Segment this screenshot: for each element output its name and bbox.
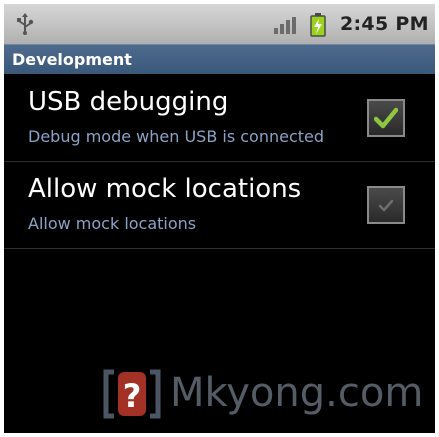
check-icon bbox=[378, 199, 394, 212]
usb-icon bbox=[17, 13, 34, 35]
device-screen: 2:45 PM Development USB debugging Debug … bbox=[4, 4, 435, 433]
check-icon bbox=[374, 107, 398, 129]
status-bar: 2:45 PM bbox=[4, 4, 435, 44]
watermark-text: Mkyong.com bbox=[170, 370, 424, 416]
setting-summary: Debug mode when USB is connected bbox=[28, 127, 325, 146]
watermark: ? Mkyong.com bbox=[100, 364, 430, 424]
mkyong-logo-icon: ? bbox=[103, 369, 161, 419]
mock-locations-checkbox[interactable] bbox=[367, 186, 405, 224]
logo-glyph: ? bbox=[123, 377, 142, 415]
signal-icon bbox=[274, 17, 296, 34]
section-title: Development bbox=[12, 50, 132, 69]
setting-summary: Allow mock locations bbox=[28, 214, 197, 233]
row-divider bbox=[4, 248, 435, 249]
section-header: Development bbox=[4, 44, 435, 74]
setting-usb-debugging[interactable]: USB debugging Debug mode when USB is con… bbox=[4, 75, 435, 161]
status-time: 2:45 PM bbox=[340, 13, 429, 35]
usb-debugging-checkbox[interactable] bbox=[367, 99, 405, 137]
setting-allow-mock-locations[interactable]: Allow mock locations Allow mock location… bbox=[4, 162, 435, 248]
setting-title: USB debugging bbox=[28, 87, 229, 117]
setting-title: Allow mock locations bbox=[28, 174, 302, 204]
battery-charging-icon bbox=[310, 13, 326, 37]
